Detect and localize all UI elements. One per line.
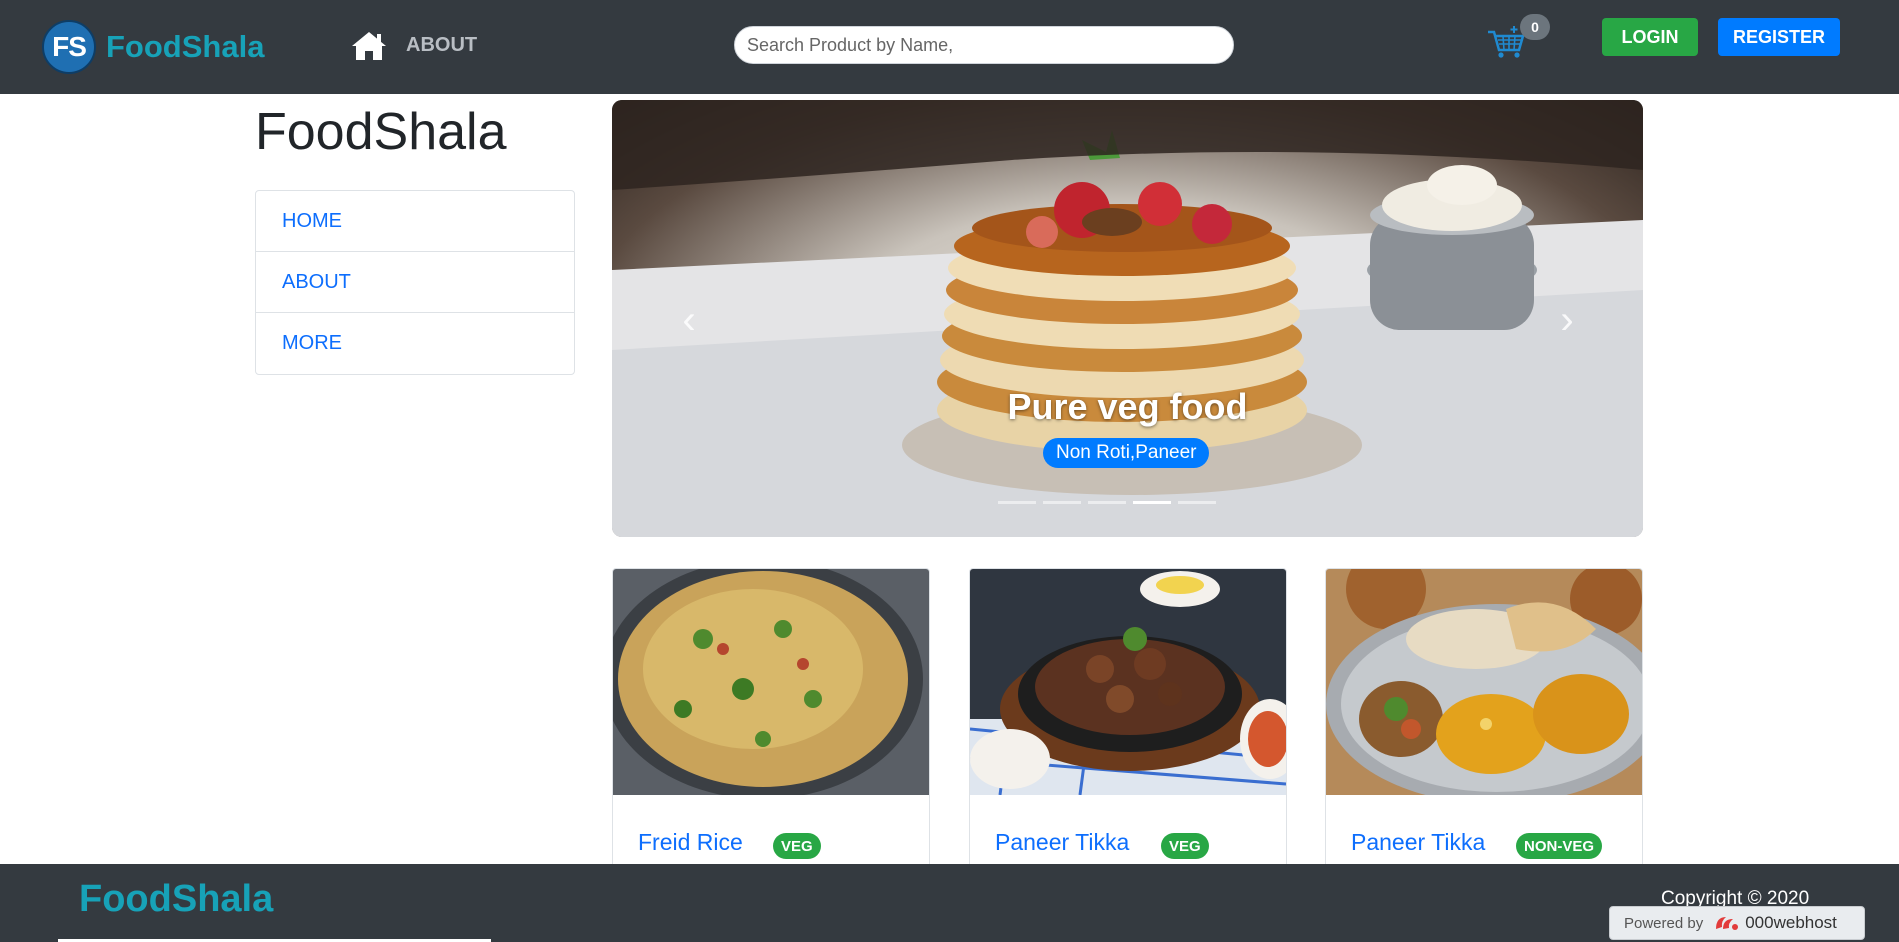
host-name: 000webhost (1745, 913, 1837, 932)
brand-link[interactable]: FS FoodShala (42, 18, 264, 76)
non-veg-badge: NON-VEG (1516, 833, 1603, 859)
sidebar-item-about[interactable]: ABOUT (256, 252, 574, 313)
carousel-indicator[interactable] (1088, 501, 1126, 504)
sidebar-title: FoodShala (255, 103, 507, 161)
search-input[interactable] (734, 26, 1234, 64)
top-navbar: FS FoodShala ABOUT 0 LOGIN REGISTER (0, 0, 1899, 94)
card-title[interactable]: Freid Rice (638, 829, 743, 856)
powered-by-label: Powered by (1624, 914, 1704, 932)
carousel-indicator[interactable] (1178, 501, 1216, 504)
product-card[interactable]: Paneer Tikka NON-VEG (1325, 568, 1643, 868)
card-title[interactable]: Paneer Tikka (1351, 829, 1485, 856)
carousel-indicator[interactable] (998, 501, 1036, 504)
carousel-indicator[interactable] (1043, 501, 1081, 504)
carousel-indicator-active[interactable] (1133, 501, 1171, 504)
carousel-next-icon[interactable]: › (1552, 298, 1582, 342)
powered-by-badge[interactable]: Powered by 000webhost (1609, 906, 1865, 940)
sizzler-image (970, 569, 1286, 795)
sidebar-item-home[interactable]: HOME (256, 191, 574, 252)
card-title[interactable]: Paneer Tikka (995, 829, 1129, 856)
thali-image (1326, 569, 1642, 795)
carousel-indicators (998, 501, 1216, 504)
home-icon[interactable] (350, 30, 388, 62)
webhost-logo-icon (1716, 917, 1739, 930)
cart-count-badge: 0 (1520, 14, 1550, 40)
carousel-caption: Pure veg food (1007, 386, 1248, 427)
sidebar-item-more[interactable]: MORE (256, 313, 574, 374)
carousel-prev-icon[interactable]: ‹ (674, 298, 704, 342)
biryani-image (613, 569, 929, 795)
product-card[interactable]: Freid Rice VEG (612, 568, 930, 868)
product-card[interactable]: Paneer Tikka VEG (969, 568, 1287, 868)
carousel-badge: Non Roti,Paneer (1043, 438, 1210, 468)
pancake-stack-image (612, 100, 1643, 537)
hero-carousel: ‹ › Pure veg food Non Roti,Paneer (612, 100, 1643, 537)
brand-name: FoodShala (106, 29, 265, 64)
veg-badge: VEG (773, 833, 821, 859)
register-button[interactable]: REGISTER (1718, 18, 1840, 56)
brand-logo-icon: FS (42, 20, 96, 74)
login-button[interactable]: LOGIN (1602, 18, 1698, 56)
nav-about-link[interactable]: ABOUT (406, 34, 477, 57)
footer-brand[interactable]: FoodShala (79, 878, 273, 921)
veg-badge: VEG (1161, 833, 1209, 859)
sidebar-menu: HOME ABOUT MORE (255, 190, 575, 375)
